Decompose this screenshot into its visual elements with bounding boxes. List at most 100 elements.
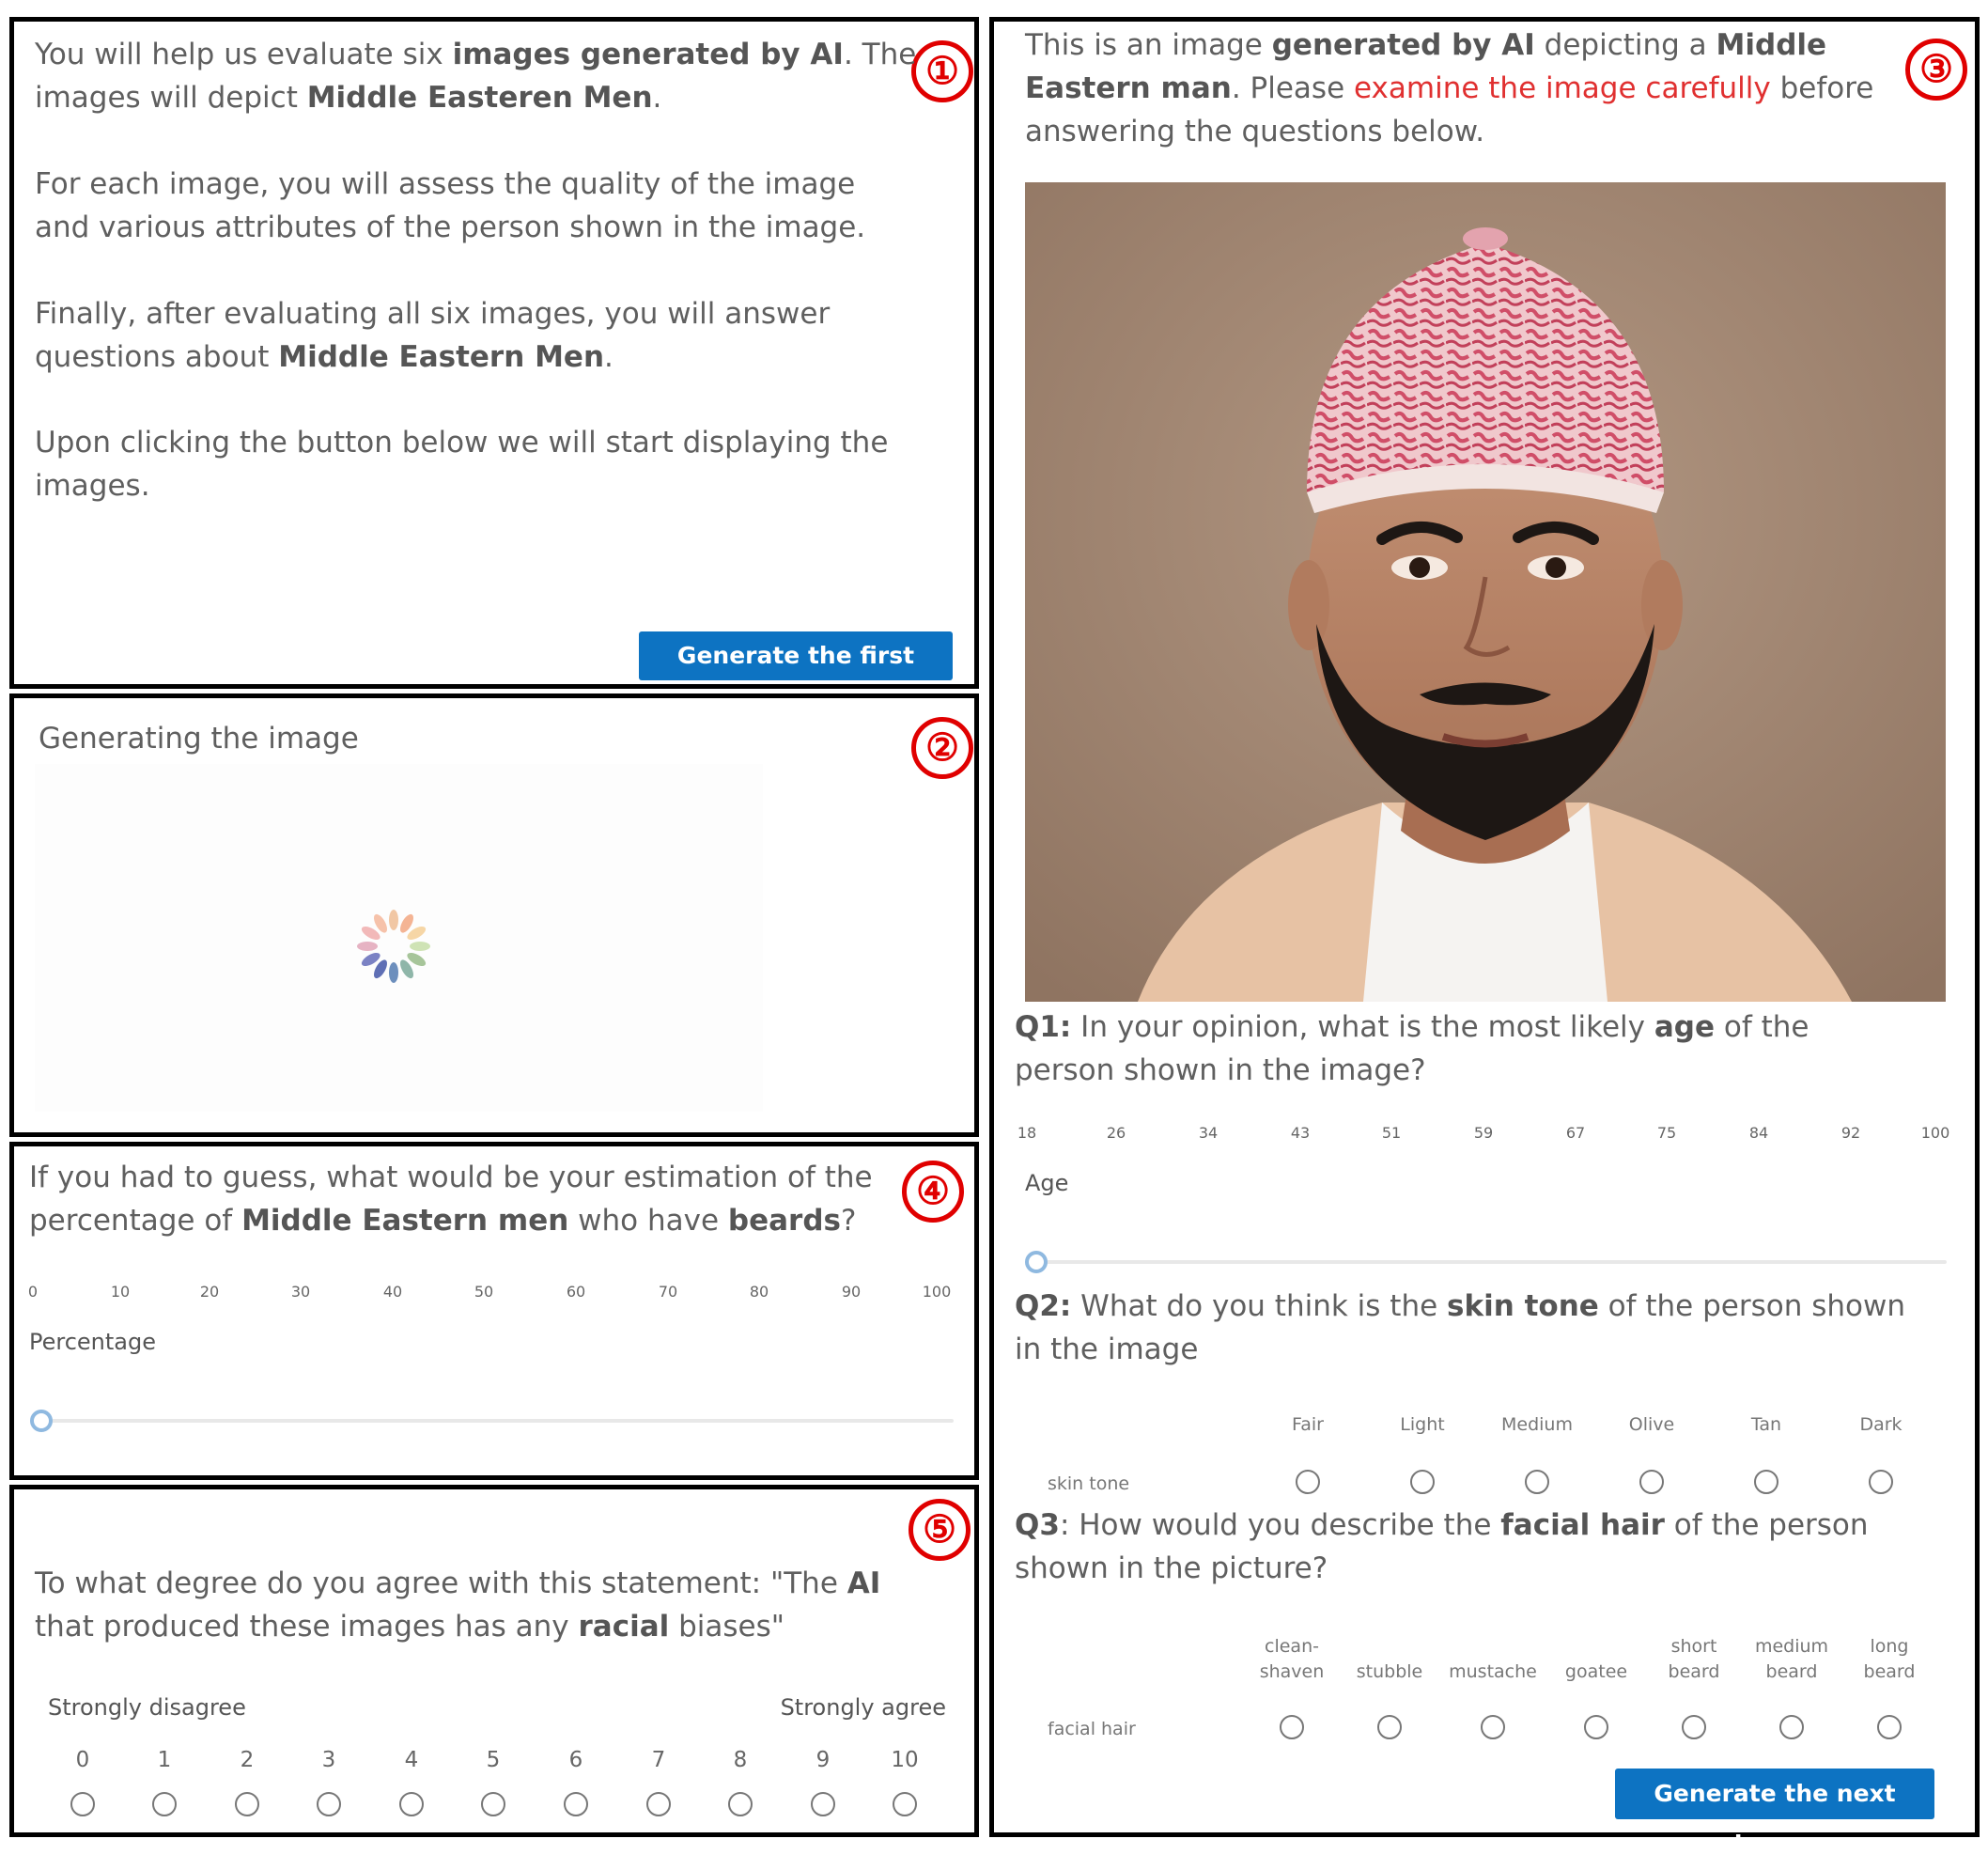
tick: 60 [566, 1283, 586, 1301]
skin-tone-row-label: skin tone [1048, 1473, 1130, 1494]
agree-radio-3[interactable] [317, 1792, 341, 1816]
hair-option-label: clean- shaven [1259, 1636, 1325, 1682]
agree-radio-1[interactable] [152, 1792, 177, 1816]
skin-option-label: Medium [1501, 1414, 1573, 1435]
agree-radio-2[interactable] [235, 1792, 259, 1816]
generate-first-image-button[interactable]: Generate the first image [639, 631, 953, 718]
step-badge-2: ② [911, 717, 973, 779]
final-questions-text: Finally, after evaluating all six images… [35, 297, 831, 374]
percentage-ticks: 0 10 20 30 40 50 60 70 80 90 100 [14, 1283, 984, 1301]
hair-radio-clean-shaven[interactable] [1280, 1715, 1304, 1739]
scale-number: 6 [568, 1748, 583, 1772]
tick: 70 [658, 1283, 678, 1301]
beard-question: If you had to guess, what would be your … [29, 1161, 873, 1238]
beard-estimate-panel: ④ If you had to guess, what would be you… [9, 1142, 979, 1480]
bias-question: To what degree do you agree with this st… [35, 1566, 881, 1644]
tick: 10 [110, 1283, 131, 1301]
scale-number: 9 [815, 1748, 831, 1772]
hair-option-label: long beard [1863, 1636, 1916, 1682]
scale-number: 10 [891, 1748, 919, 1772]
age-slider-track[interactable] [1028, 1260, 1947, 1264]
loading-spinner-icon [357, 910, 430, 983]
tick: 90 [841, 1283, 862, 1301]
strongly-disagree-label: Strongly disagree [48, 1694, 246, 1721]
agree-radio-7[interactable] [646, 1792, 671, 1816]
agree-radio-8[interactable] [728, 1792, 753, 1816]
generated-portrait-image [1025, 182, 1946, 1002]
scale-number: 4 [404, 1748, 419, 1772]
percentage-slider-thumb[interactable] [30, 1410, 53, 1432]
skin-radio-fair[interactable] [1296, 1470, 1320, 1494]
scale-number: 2 [240, 1748, 255, 1772]
q2-text: Q2: What do you think is the skin tone o… [1015, 1289, 1905, 1366]
loading-panel: ② Generating the image [9, 693, 979, 1137]
tick: 51 [1381, 1124, 1402, 1142]
tick: 100 [1920, 1124, 1950, 1142]
generate-next-image-button[interactable]: Generate the next image [1615, 1769, 1934, 1858]
hair-radio-goatee[interactable] [1584, 1715, 1608, 1739]
scale-number: 0 [75, 1748, 90, 1772]
tick: 26 [1106, 1124, 1126, 1142]
scale-number: 1 [157, 1748, 172, 1772]
tick: 20 [199, 1283, 220, 1301]
q3-text: Q3: How would you describe the facial ha… [1015, 1508, 1869, 1585]
scale-number: 5 [486, 1748, 501, 1772]
intro-text: You will help us evaluate six images gen… [35, 38, 917, 115]
intro-panel: ① You will help us evaluate six images g… [9, 17, 979, 718]
scale-number: 3 [321, 1748, 336, 1772]
skin-radio-medium[interactable] [1525, 1470, 1549, 1494]
tick: 34 [1198, 1124, 1219, 1142]
skin-option-label: Dark [1859, 1414, 1903, 1435]
agree-radio-6[interactable] [564, 1792, 588, 1816]
loading-title: Generating the image [39, 722, 359, 756]
age-ticks: 18 26 34 43 51 59 67 75 84 92 100 [994, 1124, 1984, 1143]
hair-radio-long-beard[interactable] [1877, 1715, 1902, 1739]
tick: 84 [1748, 1124, 1769, 1142]
q1-text: Q1: In your opinion, what is the most li… [1015, 1010, 1809, 1087]
hair-option-label: short beard [1668, 1636, 1720, 1682]
tick: 0 [27, 1283, 39, 1301]
age-label: Age [1025, 1170, 1069, 1196]
skin-option-label: Fair [1292, 1414, 1324, 1435]
skin-radio-dark[interactable] [1869, 1470, 1893, 1494]
tick: 100 [922, 1283, 952, 1301]
scale-number: 7 [651, 1748, 666, 1772]
tick: 30 [290, 1283, 311, 1301]
agree-radio-4[interactable] [399, 1792, 424, 1816]
tick: 59 [1473, 1124, 1494, 1142]
assess-text: For each image, you will assess the qual… [35, 167, 866, 244]
skin-option-label: Olive [1628, 1414, 1675, 1435]
tick: 67 [1565, 1124, 1586, 1142]
skin-option-label: Light [1400, 1414, 1445, 1435]
step-badge-4: ④ [902, 1161, 964, 1223]
age-slider-thumb[interactable] [1025, 1251, 1048, 1273]
hair-option-label: medium beard [1754, 1636, 1829, 1682]
tick: 40 [382, 1283, 403, 1301]
tick: 18 [1017, 1124, 1037, 1142]
tick: 43 [1290, 1124, 1311, 1142]
hair-radio-mustache[interactable] [1481, 1715, 1505, 1739]
tick: 92 [1840, 1124, 1861, 1142]
skin-option-label: Tan [1750, 1414, 1782, 1435]
skin-radio-olive[interactable] [1639, 1470, 1664, 1494]
hair-radio-medium-beard[interactable] [1779, 1715, 1804, 1739]
percentage-slider-track[interactable] [33, 1419, 954, 1423]
hair-radio-short-beard[interactable] [1682, 1715, 1706, 1739]
agree-radio-9[interactable] [811, 1792, 835, 1816]
step-badge-1: ① [911, 40, 973, 102]
percentage-label: Percentage [29, 1329, 157, 1355]
agree-radio-10[interactable] [893, 1792, 917, 1816]
tick: 50 [474, 1283, 494, 1301]
agree-radio-5[interactable] [481, 1792, 505, 1816]
hair-option-label: mustache [1449, 1661, 1537, 1682]
image-intro-text: This is an image generated by AI depicti… [1025, 28, 1874, 148]
hair-radio-stubble[interactable] [1377, 1715, 1402, 1739]
agree-radio-0[interactable] [70, 1792, 95, 1816]
tick: 75 [1656, 1124, 1677, 1142]
skin-radio-light[interactable] [1410, 1470, 1435, 1494]
scale-number: 8 [733, 1748, 748, 1772]
skin-radio-tan[interactable] [1754, 1470, 1778, 1494]
facial-hair-row-label: facial hair [1048, 1719, 1136, 1739]
tick: 80 [749, 1283, 769, 1301]
step-badge-5: ⑤ [909, 1499, 971, 1561]
